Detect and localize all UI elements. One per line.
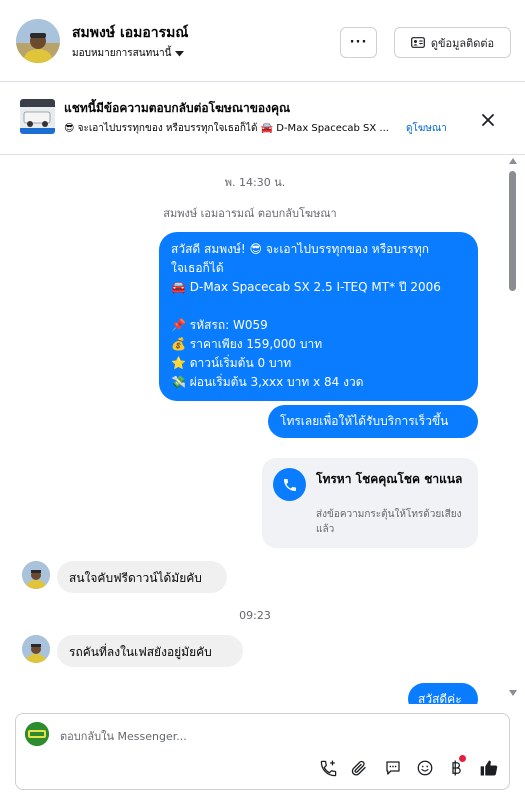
sender-avatar[interactable] [22,561,50,589]
page-avatar [25,722,49,746]
cta-message-bubble[interactable]: โทรเลยเพื่อให้ได้รับบริการเร็วขึ้น [268,405,478,438]
attach-button[interactable] [348,757,370,779]
thumbs-up-icon [480,760,498,776]
message-line: ⭐ ดาวน์เริ่มต้น 0 บาท [171,356,292,370]
message-line: 💸 ผ่อนเริ่มต้น 3,xxx บาท x 84 งวด [171,375,364,389]
timestamp-separator: พ. 14:30 น. [224,176,286,189]
message-line: 💰 ราคาเพียง 159,000 บาท [171,337,323,351]
saved-replies-button[interactable] [382,757,404,779]
outgoing-message-bubble[interactable]: สวัสดีค่ะ [408,683,478,704]
message-line: ใจเธอก็ได้ [171,261,224,275]
assign-label: มอบหมายการสนทนานี้ [72,48,172,59]
cta-message-text: โทรเลยเพื่อให้ได้รับบริการเร็วขึ้น [280,414,449,428]
incoming-message-text: สนใจคับฟรีดาวน์ได้มัยคับ [69,571,202,585]
view-ad-link[interactable]: ดูโฆษณา [406,121,447,136]
call-card-subtitle: ส่งข้อความกระตุ้นให้โทรด้วยเสียงแล้ว [316,509,462,535]
ad-message-bubble[interactable]: สวัสดี สมพงษ์! 😎 จะเอาไปบรรทุกของ หรือบร… [159,232,478,401]
payment-button[interactable] [445,755,467,779]
emoji-button[interactable] [414,757,436,779]
incoming-message-bubble[interactable]: รถคันที่ลงในเฟสยังอยู่มัยคับ [57,635,243,667]
outgoing-message-text: สวัสดีค่ะ [418,692,462,704]
scroll-up-arrow-icon[interactable] [509,158,517,164]
contact-name[interactable]: สมพงษ์ เอมอารมณ์ [72,22,188,44]
call-request-card[interactable]: โทรหา โชคคุณโชค ชาแนล ส่งข้อความกระตุ้นใ… [262,458,478,548]
caret-down-icon [175,50,185,56]
close-banner-button[interactable] [477,109,499,131]
conversation-header: สมพงษ์ เอมอารมณ์ มอบหมายการสนทนานี้ ··· … [0,0,525,82]
phone-plus-icon [320,760,336,776]
call-button[interactable] [317,757,339,779]
scroll-down-arrow-icon[interactable] [509,690,517,696]
incoming-message-bubble[interactable]: สนใจคับฟรีดาวน์ได้มัยคับ [57,561,227,593]
message-line: 📌 รหัสรถ: W059 [171,318,268,332]
paperclip-icon [351,760,366,776]
more-options-label: ··· [349,35,368,50]
contact-info-label: ดูข้อมูลติดต่อ [430,36,495,50]
sender-avatar[interactable] [22,635,50,663]
notification-dot [459,755,466,762]
contact-avatar[interactable] [16,19,60,63]
more-options-button[interactable]: ··· [340,27,377,58]
assign-conversation-dropdown[interactable]: มอบหมายการสนทนานี้ [72,46,185,61]
call-card-title: โทรหา โชคคุณโชค ชาแนล [316,472,463,486]
message-line: 🚘 D-Max Spacecab SX 2.5 I-TEQ MT* ปี 200… [171,280,441,294]
smiley-icon [417,760,433,776]
close-icon [482,114,494,126]
message-line: สวัสดี สมพงษ์! 😎 จะเอาไปบรรทุกของ หรือบร… [171,242,430,256]
scrollbar-thumb[interactable] [509,171,516,291]
ad-banner-title: แชทนี้มีข้อความตอบกลับต่อโฆษณาของคุณ [64,101,291,115]
message-line [171,297,466,316]
ad-reply-note: สมพงษ์ เอมอารมณ์ ตอบกลับโฆษณา [163,207,337,220]
phone-icon [273,468,306,501]
ad-banner-subtitle: 😎 จะเอาไปบรรทุกของ หรือบรรทุกใจเธอก็ได้ … [64,123,389,134]
message-thread[interactable]: พ. 14:30 น. สมพงษ์ เอมอารมณ์ ตอบกลับโฆษณ… [0,156,525,704]
incoming-message-text: รถคันที่ลงในเฟสยังอยู่มัยคับ [69,645,212,659]
timestamp-separator: 09:23 [239,609,271,622]
chat-bubble-icon [386,761,400,775]
like-button[interactable] [478,757,500,779]
reply-input[interactable]: ตอบกลับใน Messenger... [60,727,187,745]
ad-thumbnail[interactable] [20,99,55,134]
message-composer: ตอบกลับใน Messenger... [15,713,510,790]
contact-info-button[interactable]: ดูข้อมูลติดต่อ [394,27,511,58]
contact-card-icon [410,37,425,48]
ad-reply-banner: แชทนี้มีข้อความตอบกลับต่อโฆษณาของคุณ 😎 จ… [0,83,525,155]
thread-scrollbar[interactable] [507,156,519,704]
